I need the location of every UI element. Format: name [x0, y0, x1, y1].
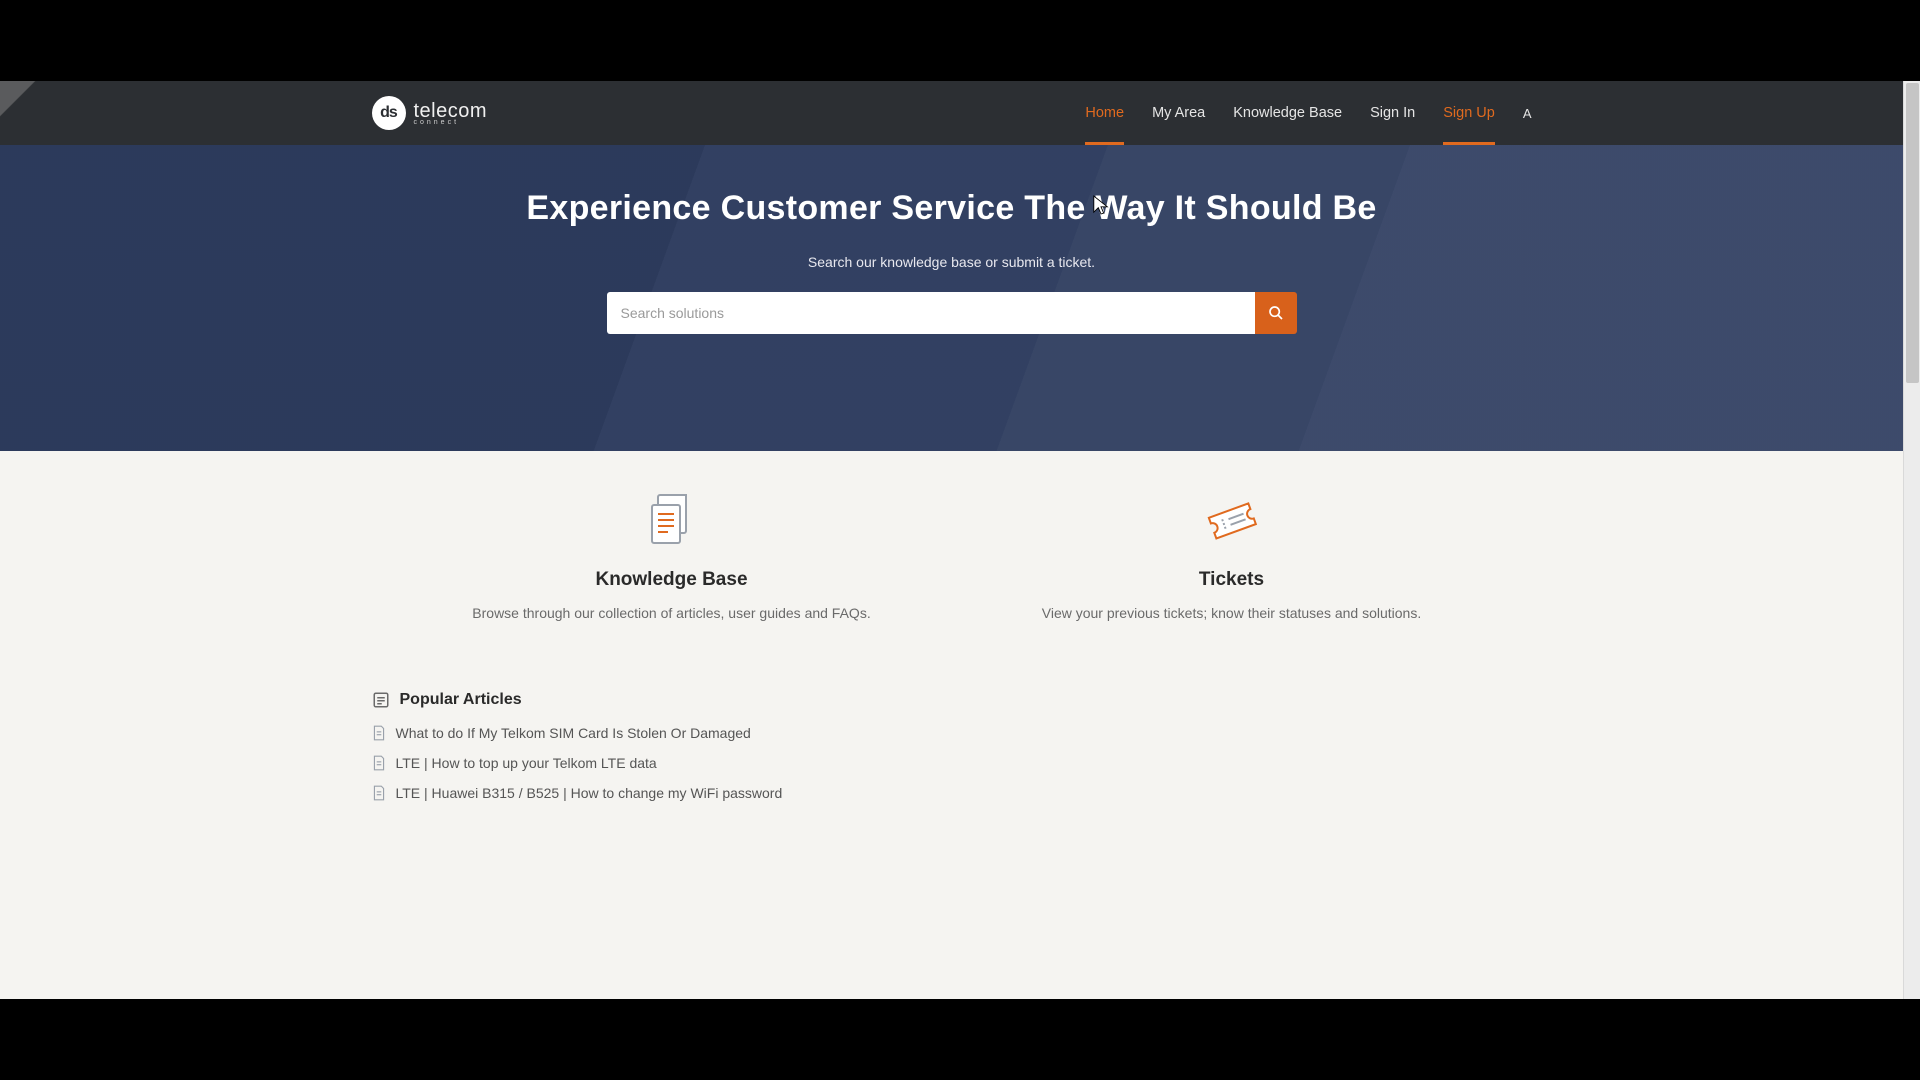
brand-logo[interactable]: ds telecom connect: [372, 81, 488, 145]
search-button[interactable]: [1255, 292, 1297, 334]
brand-name: telecom: [414, 101, 488, 121]
card-kb-title: Knowledge Base: [432, 569, 912, 591]
viewport: ds telecom connect Home My Area Knowledg…: [0, 81, 1920, 999]
brand-tagline: connect: [414, 119, 488, 126]
article-title: LTE | How to top up your Telkom LTE data: [396, 755, 657, 771]
popular-articles: Popular Articles What to do If My Telkom…: [372, 691, 1532, 801]
vertical-scrollbar[interactable]: [1903, 81, 1920, 999]
card-knowledge-base[interactable]: Knowledge Base Browse through our collec…: [432, 491, 912, 621]
article-list-icon: [372, 691, 390, 709]
nav-my-area[interactable]: My Area: [1152, 81, 1205, 145]
card-kb-desc: Browse through our collection of article…: [432, 605, 912, 621]
card-tickets[interactable]: Tickets View your previous tickets; know…: [992, 491, 1472, 621]
search-icon: [1268, 305, 1284, 321]
letterbox-top: [0, 0, 1920, 81]
popular-article-link[interactable]: LTE | How to top up your Telkom LTE data: [372, 755, 1532, 771]
article-title: What to do If My Telkom SIM Card Is Stol…: [396, 725, 751, 741]
card-tickets-desc: View your previous tickets; know their s…: [992, 605, 1472, 621]
brand-mark-icon: ds: [372, 96, 406, 130]
popular-article-link[interactable]: LTE | Huawei B315 / B525 | How to change…: [372, 785, 1532, 801]
main-content: Knowledge Base Browse through our collec…: [372, 451, 1532, 801]
page: ds telecom connect Home My Area Knowledg…: [0, 81, 1903, 999]
quick-links: Knowledge Base Browse through our collec…: [372, 491, 1532, 621]
article-title: LTE | Huawei B315 / B525 | How to change…: [396, 785, 783, 801]
nav-knowledge-base[interactable]: Knowledge Base: [1233, 81, 1342, 145]
letterbox-bottom: [0, 999, 1920, 1080]
scrollbar-thumb[interactable]: [1906, 83, 1919, 383]
site-header: ds telecom connect Home My Area Knowledg…: [0, 81, 1903, 145]
ticket-icon: [1205, 498, 1259, 542]
primary-nav: Home My Area Knowledge Base Sign In Sign…: [1085, 81, 1531, 145]
search-input[interactable]: [607, 292, 1255, 334]
language-label: A: [1523, 106, 1532, 121]
file-icon: [372, 785, 386, 801]
popular-heading: Popular Articles: [400, 691, 522, 709]
nav-sign-up[interactable]: Sign Up: [1443, 81, 1495, 145]
hero: Experience Customer Service The Way It S…: [0, 145, 1903, 451]
card-tickets-title: Tickets: [992, 569, 1472, 591]
popular-article-link[interactable]: What to do If My Telkom SIM Card Is Stol…: [372, 725, 1532, 741]
hero-title: Experience Customer Service The Way It S…: [526, 189, 1376, 228]
search-bar: [607, 292, 1297, 334]
nav-sign-in[interactable]: Sign In: [1370, 81, 1415, 145]
hero-subtitle: Search our knowledge base or submit a ti…: [808, 254, 1095, 270]
language-switcher[interactable]: A: [1523, 81, 1532, 145]
file-icon: [372, 725, 386, 741]
file-icon: [372, 755, 386, 771]
nav-home[interactable]: Home: [1085, 81, 1124, 145]
document-stack-icon: [650, 494, 694, 546]
